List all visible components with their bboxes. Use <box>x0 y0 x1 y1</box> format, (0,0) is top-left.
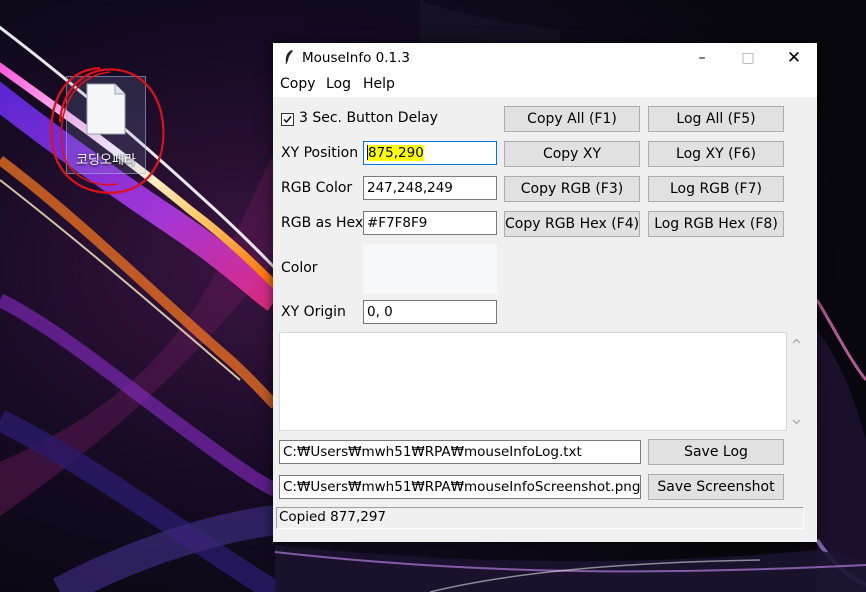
xy-origin-field[interactable]: 0, 0 <box>363 300 497 324</box>
copy-rgb-hex-button[interactable]: Copy RGB Hex (F4) <box>504 211 640 237</box>
minimize-button[interactable]: – <box>679 43 725 73</box>
red-annotation-circle <box>50 66 165 194</box>
delay-checkbox-label: 3 Sec. Button Delay <box>299 110 438 126</box>
color-label: Color <box>281 260 318 276</box>
log-rgb-button[interactable]: Log RGB (F7) <box>648 176 784 202</box>
chevron-down-icon[interactable] <box>791 416 802 427</box>
window-title: MouseInfo 0.1.3 <box>302 50 410 66</box>
copy-all-button[interactable]: Copy All (F1) <box>504 106 640 132</box>
save-screenshot-button[interactable]: Save Screenshot <box>648 474 784 500</box>
log-rgb-hex-button[interactable]: Log RGB Hex (F8) <box>648 211 784 237</box>
rgb-hex-label: RGB as Hex <box>281 215 364 231</box>
status-bar: Copied 877,297 <box>276 507 804 529</box>
checkmark-icon <box>283 116 292 124</box>
log-file-path-field[interactable]: C:₩Users₩mwh51₩RPA₩mouseInfoLog.txt <box>279 440 641 464</box>
save-log-button[interactable]: Save Log <box>648 439 784 465</box>
delay-checkbox[interactable] <box>281 113 294 126</box>
color-swatch <box>363 244 497 294</box>
mouseinfo-window: MouseInfo 0.1.3 – □ ✕ Copy Log Help 3 Se… <box>273 43 817 542</box>
rgb-color-field[interactable]: 247,248,249 <box>363 176 497 200</box>
xy-position-label: XY Position <box>281 145 359 161</box>
screenshot-path-field[interactable]: C:₩Users₩mwh51₩RPA₩mouseInfoScreenshot.p… <box>279 475 641 499</box>
maximize-button[interactable]: □ <box>725 43 771 73</box>
chevron-up-icon[interactable] <box>791 336 802 347</box>
xy-position-value: 875,290 <box>368 145 424 161</box>
menu-copy[interactable]: Copy <box>280 76 316 92</box>
log-scrollbar[interactable] <box>788 332 805 431</box>
copy-xy-button[interactable]: Copy XY <box>504 141 640 167</box>
copy-rgb-button[interactable]: Copy RGB (F3) <box>504 176 640 202</box>
rgb-hex-field[interactable]: #F7F8F9 <box>363 211 497 235</box>
xy-position-field[interactable]: 875,290 <box>363 141 497 165</box>
log-text-area[interactable] <box>279 332 787 431</box>
feather-app-icon <box>285 50 293 65</box>
title-bar[interactable]: MouseInfo 0.1.3 – □ ✕ <box>273 43 817 73</box>
rgb-color-label: RGB Color <box>281 180 353 196</box>
menu-log[interactable]: Log <box>326 76 351 92</box>
close-button[interactable]: ✕ <box>771 43 817 73</box>
log-xy-button[interactable]: Log XY (F6) <box>648 141 784 167</box>
menu-help[interactable]: Help <box>363 76 395 92</box>
log-all-button[interactable]: Log All (F5) <box>648 106 784 132</box>
xy-origin-label: XY Origin <box>281 304 346 320</box>
menu-bar: Copy Log Help <box>273 73 817 97</box>
